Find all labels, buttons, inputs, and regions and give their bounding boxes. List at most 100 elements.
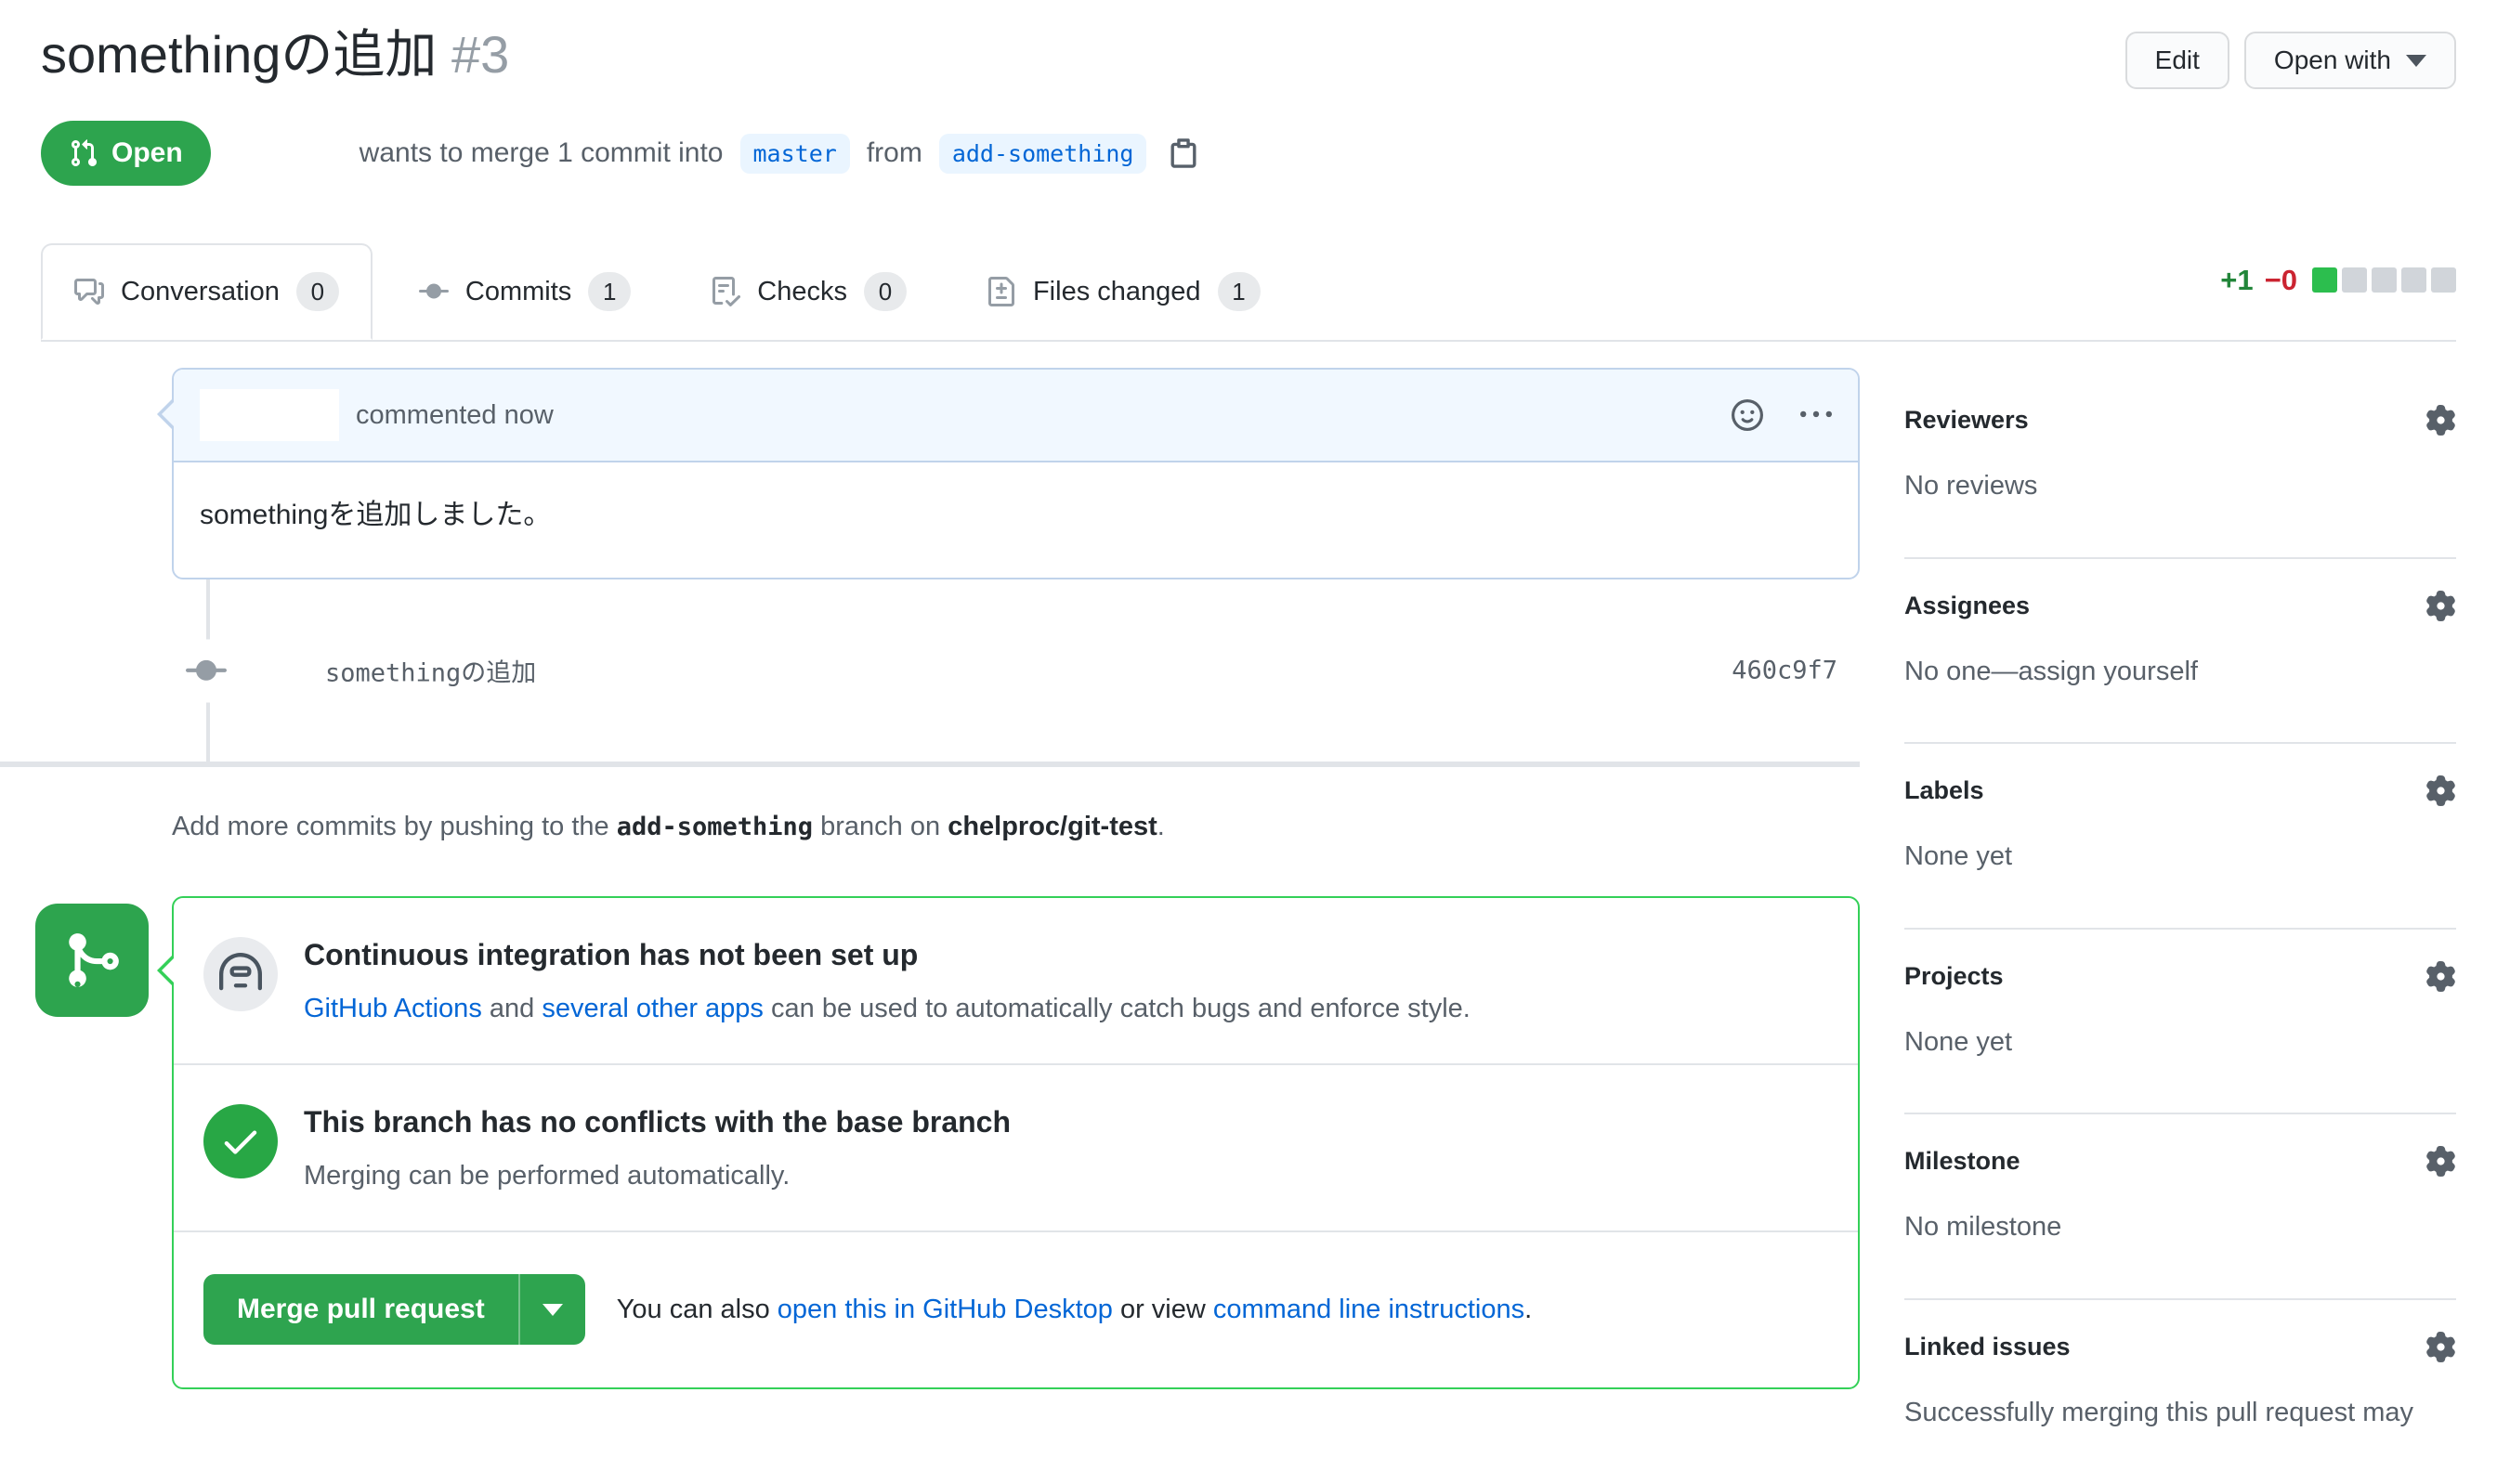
ci-text: Continuous integration has not been set … <box>304 933 1471 1028</box>
also-prefix: You can also <box>617 1295 770 1324</box>
dropdown-caret-icon <box>543 1304 563 1316</box>
push-hint-branch: add-something <box>617 813 813 841</box>
reviewers-settings-button[interactable] <box>2425 405 2456 436</box>
gear-icon <box>2425 1332 2456 1362</box>
copy-branch-button[interactable] <box>1167 137 1200 170</box>
kebab-horizontal-icon <box>1800 399 1832 431</box>
head-branch-label[interactable]: add-something <box>939 134 1147 174</box>
linked-issues-settings-button[interactable] <box>2425 1332 2456 1362</box>
merge-summary: wants to merge 1 commit into master from… <box>360 134 1201 174</box>
push-hint-connector: branch on <box>820 812 940 841</box>
labels-header[interactable]: Labels <box>1904 775 2456 806</box>
also-connector: or view <box>1120 1295 1206 1324</box>
tab-conversation[interactable]: Conversation 0 <box>41 243 373 340</box>
comment-options-button[interactable] <box>1800 399 1832 431</box>
commit-row: somethingの追加 460c9f7 <box>41 653 1860 689</box>
labels-heading: Labels <box>1904 776 1984 805</box>
open-with-label: Open with <box>2274 46 2391 75</box>
gear-icon <box>2425 591 2456 621</box>
commit-sha-link[interactable]: 460c9f7 <box>1732 657 1837 685</box>
pr-sidebar: Reviewers No reviews Assignees No one—as… <box>1904 368 2456 1484</box>
comment-meta: commented now <box>356 400 1732 431</box>
push-hint: Add more commits by pushing to the add-s… <box>172 812 1860 842</box>
sidebar-section-projects: Projects None yet <box>1904 930 2456 1115</box>
comment-box: commented now somethingを追加しました。 <box>172 368 1860 579</box>
linked-issues-value: Successfully merging this pull request m… <box>1904 1394 2456 1432</box>
main-area: commented now somethingを追加しました。 <box>41 342 2456 1484</box>
clipboard-icon <box>1167 137 1200 170</box>
comment-header: commented now <box>174 370 1858 462</box>
tab-count: 1 <box>588 272 631 311</box>
tab-commits[interactable]: Commits 1 <box>386 243 664 340</box>
milestone-settings-button[interactable] <box>2425 1146 2456 1177</box>
sidebar-section-labels: Labels None yet <box>1904 744 2456 930</box>
redacted-author <box>200 389 339 441</box>
open-with-button[interactable]: Open with <box>2244 32 2456 89</box>
ci-subtitle: GitHub Actions and several other apps ca… <box>304 990 1471 1028</box>
edit-button[interactable]: Edit <box>2125 32 2229 89</box>
diffstat-deletions: −0 <box>2265 264 2297 297</box>
pr-state-badge: Open <box>41 121 211 186</box>
tab-count: 1 <box>1218 272 1261 311</box>
projects-heading: Projects <box>1904 962 2004 991</box>
linked-issues-header[interactable]: Linked issues <box>1904 1332 2456 1362</box>
other-apps-link[interactable]: several other apps <box>542 994 764 1023</box>
redacted-author <box>211 133 360 174</box>
milestone-header[interactable]: Milestone <box>1904 1146 2456 1177</box>
discussion-timeline: commented now somethingを追加しました。 <box>41 368 1860 1389</box>
pr-tab-nav: Conversation 0 Commits 1 Checks 0 Files … <box>41 243 2456 342</box>
git-commit-icon <box>186 639 227 702</box>
base-branch-label[interactable]: master <box>740 134 850 174</box>
diff-block-neutral <box>2431 267 2456 293</box>
comment-discussion-icon <box>74 277 104 306</box>
diff-block-added <box>2312 267 2337 293</box>
tab-label: Commits <box>465 277 571 307</box>
gear-icon <box>2425 775 2456 806</box>
file-diff-icon <box>987 277 1016 306</box>
conflicts-text: This branch has no conflicts with the ba… <box>304 1100 1011 1195</box>
github-actions-link[interactable]: GitHub Actions <box>304 994 482 1023</box>
commit-timeline: somethingの追加 460c9f7 <box>41 579 1860 762</box>
also-suffix: . <box>1524 1295 1532 1324</box>
command-line-instructions-link[interactable]: command line instructions <box>1213 1295 1524 1324</box>
tab-checks[interactable]: Checks 0 <box>677 243 940 340</box>
push-hint-suffix: . <box>1157 812 1165 841</box>
assignees-value[interactable]: No one—assign yourself <box>1904 653 2456 691</box>
linked-issues-heading: Linked issues <box>1904 1333 2071 1361</box>
projects-settings-button[interactable] <box>2425 961 2456 992</box>
commit-message-link[interactable]: somethingの追加 <box>325 653 536 689</box>
diffstat-additions: +1 <box>2220 264 2253 297</box>
merge-pull-request-button[interactable]: Merge pull request <box>203 1274 518 1345</box>
hubot-icon <box>219 953 262 996</box>
github-desktop-link[interactable]: open this in GitHub Desktop <box>778 1295 1113 1324</box>
projects-value: None yet <box>1904 1023 2456 1061</box>
page-title: somethingの追加 #3 <box>41 22 509 87</box>
push-hint-prefix: Add more commits by pushing to the <box>172 812 609 841</box>
comment-body: somethingを追加しました。 <box>174 462 1858 578</box>
labels-settings-button[interactable] <box>2425 775 2456 806</box>
gear-icon <box>2425 1146 2456 1177</box>
assignees-header[interactable]: Assignees <box>1904 591 2456 621</box>
tab-files-changed[interactable]: Files changed 1 <box>953 243 1294 340</box>
gear-icon <box>2425 961 2456 992</box>
git-pull-request-icon <box>69 138 98 168</box>
assignees-settings-button[interactable] <box>2425 591 2456 621</box>
merge-status: Continuous integration has not been set … <box>172 896 1860 1389</box>
milestone-heading: Milestone <box>1904 1147 2020 1176</box>
reviewers-header[interactable]: Reviewers <box>1904 405 2456 436</box>
merge-options-caret-button[interactable] <box>518 1274 585 1345</box>
projects-header[interactable]: Projects <box>1904 961 2456 992</box>
git-merge-icon <box>61 930 123 991</box>
conflicts-title: This branch has no conflicts with the ba… <box>304 1102 1011 1142</box>
tab-count: 0 <box>864 272 907 311</box>
ci-section: Continuous integration has not been set … <box>174 898 1858 1063</box>
timeline-end-divider <box>0 762 1860 767</box>
add-reaction-button[interactable] <box>1732 399 1763 431</box>
assignees-heading: Assignees <box>1904 592 2030 620</box>
checklist-icon <box>711 277 740 306</box>
tab-label: Checks <box>757 277 847 307</box>
ci-title: Continuous integration has not been set … <box>304 935 1471 975</box>
tab-label: Files changed <box>1033 277 1201 307</box>
merge-footer: Merge pull request You can also open thi… <box>174 1230 1858 1387</box>
smiley-icon <box>1732 399 1763 431</box>
